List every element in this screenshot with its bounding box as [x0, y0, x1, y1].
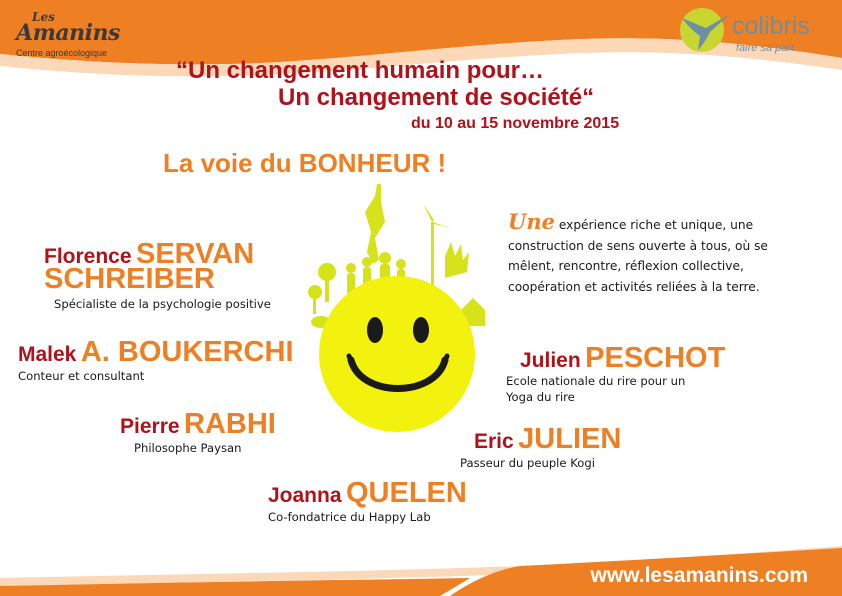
description-lead: Une [508, 209, 555, 234]
colibris-tagline: faire sa part [736, 42, 795, 54]
speaker-last-name: SCHREIBER [44, 263, 215, 295]
speaker-peschot: Julien PESCHOT [520, 342, 725, 375]
speaker-rabhi: Pierre RABHI [120, 408, 276, 441]
speaker-boukerchi: Malek A. BOUKERCHI [18, 336, 294, 369]
speaker-first-name: Eric [474, 430, 514, 453]
logo-name: Amanins [16, 20, 120, 46]
hummingbird-icon [680, 8, 730, 52]
title-line-2: Un changement de société“ [278, 84, 595, 111]
headline: La voie du BONHEUR ! [163, 148, 447, 178]
speaker-first-name: Pierre [120, 415, 180, 438]
speaker-last-name: PESCHOT [585, 342, 726, 374]
speaker-role: Philosophe Paysan [134, 441, 242, 455]
speaker-first-name: Julien [520, 349, 581, 372]
speaker-last-name: JULIEN [518, 423, 622, 455]
speaker-role: Conteur et consultant [18, 369, 145, 383]
speaker-last-name: RABHI [184, 408, 276, 440]
speaker-role: Co-fondatrice du Happy Lab [268, 510, 431, 524]
speaker-first-name: Joanna [268, 484, 342, 507]
smiling-sun-illustration [308, 184, 485, 432]
speaker-role-line1: Ecole nationale du rire pour un [506, 374, 686, 388]
speaker-role-line2: Yoga du rire [506, 390, 575, 404]
speaker-quelen: Joanna QUELEN [268, 477, 467, 510]
colibris-name: colibris [732, 12, 810, 40]
speaker-servan-schreiber-line2: SCHREIBER [44, 263, 215, 296]
speaker-last-name: A. BOUKERCHI [80, 336, 294, 368]
speaker-first-name: Malek [18, 343, 77, 366]
title-line-1: “Un changement humain pour… [176, 57, 545, 84]
logo-tagline: Centre agroécologique [16, 48, 108, 58]
amanins-logo: Les Amanins Centre agroécologique [10, 10, 120, 60]
speaker-last-name: QUELEN [345, 477, 467, 509]
speaker-role: Passeur du peuple Kogi [460, 456, 595, 470]
event-dates: du 10 au 15 novembre 2015 [411, 115, 620, 132]
event-description: Une expérience riche et unique, une cons… [508, 209, 808, 297]
speaker-role: Spécialiste de la psychologie positive [54, 297, 271, 311]
speaker-eric-julien: Eric JULIEN [474, 423, 621, 456]
website-link[interactable]: www.lesamanins.com [591, 564, 808, 588]
